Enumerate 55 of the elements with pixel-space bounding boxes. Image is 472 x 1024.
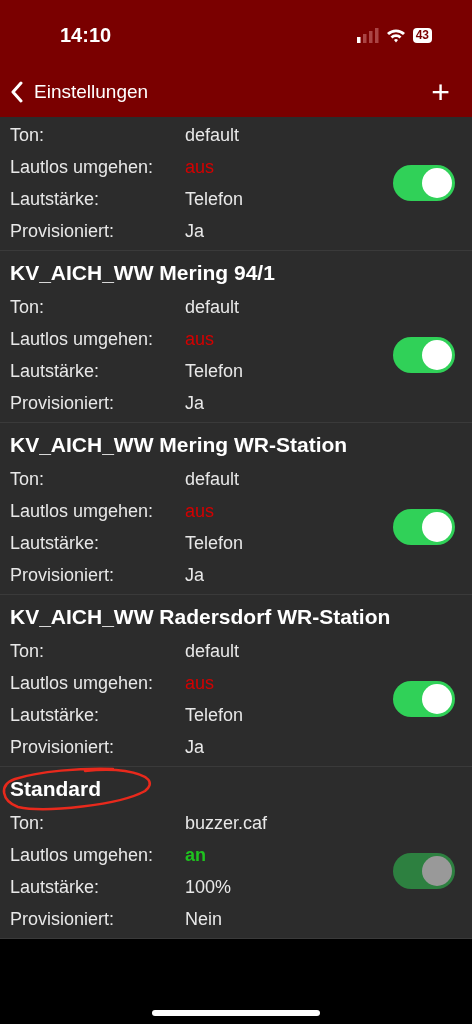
section-title: KV_AICH_WW Mering WR-Station xyxy=(10,433,348,456)
field-value: Nein xyxy=(185,908,223,930)
back-chevron-icon xyxy=(10,80,24,103)
field-value: default xyxy=(185,296,240,318)
toggle-switch[interactable] xyxy=(393,509,455,545)
field-label: Lautstärke: xyxy=(10,532,101,554)
field-label: Lautlos umgehen: xyxy=(10,672,155,694)
field-label: Lautstärke: xyxy=(10,876,101,898)
field-value: Telefon xyxy=(185,532,244,554)
section-title: KV_AICH_WW Mering 94/1 xyxy=(10,261,275,284)
field-label: Provisioniert: xyxy=(10,564,116,586)
field-value: default xyxy=(185,124,240,146)
field-value: default xyxy=(185,468,240,490)
field-label: Lautstärke: xyxy=(10,188,101,210)
field-label: Ton: xyxy=(10,124,46,146)
field-label: Provisioniert: xyxy=(10,736,116,758)
field-label: Ton: xyxy=(10,468,46,490)
field-value: Ja xyxy=(185,392,204,414)
field-label: Provisioniert: xyxy=(10,392,116,414)
field-label: Lautlos umgehen: xyxy=(10,328,155,350)
wifi-icon xyxy=(385,27,406,43)
field-value: Ja xyxy=(185,564,204,586)
field-value: aus xyxy=(185,500,215,522)
field-label: Provisioniert: xyxy=(10,220,116,242)
field-label: Provisioniert: xyxy=(10,908,116,930)
field-value: default xyxy=(185,640,240,662)
field-value: 100% xyxy=(185,876,232,898)
add-button[interactable]: + xyxy=(431,75,450,108)
field-value: Ja xyxy=(185,220,204,242)
field-label: Ton: xyxy=(10,640,46,662)
field-label: Lautstärke: xyxy=(10,360,101,382)
battery-icon: 43 xyxy=(412,27,432,43)
field-value: aus xyxy=(185,672,215,694)
field-label: Lautstärke: xyxy=(10,704,101,726)
section-title: KV_AICH_WW Radersdorf WR-Station xyxy=(10,605,391,628)
field-value: aus xyxy=(185,328,215,350)
field-label: Lautlos umgehen: xyxy=(10,156,155,178)
toggle-switch[interactable] xyxy=(393,681,455,717)
field-label: Ton: xyxy=(10,812,46,834)
field-label: Lautlos umgehen: xyxy=(10,844,155,866)
toggle-switch[interactable] xyxy=(393,165,455,201)
status-time: 14:10 xyxy=(60,23,112,47)
field-value: an xyxy=(185,844,206,866)
field-value: Telefon xyxy=(185,188,244,210)
signal-icon xyxy=(356,27,379,43)
field-value: Ja xyxy=(185,736,204,758)
back-button[interactable]: Einstellungen xyxy=(10,80,149,103)
field-value: Telefon xyxy=(185,704,244,726)
section-title: Standard xyxy=(10,777,101,800)
field-label: Ton: xyxy=(10,296,46,318)
field-value: Telefon xyxy=(185,360,244,382)
toggle-switch[interactable] xyxy=(393,337,455,373)
field-value: buzzer.caf xyxy=(185,812,268,834)
field-label: Lautlos umgehen: xyxy=(10,500,155,522)
field-value: aus xyxy=(185,156,215,178)
